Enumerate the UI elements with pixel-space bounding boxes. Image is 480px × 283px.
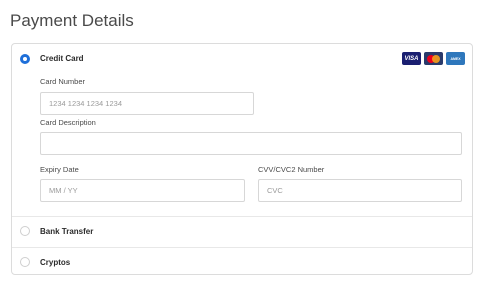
payment-methods-panel: Credit Card VISA AMEX Card Number Card D…: [11, 43, 473, 275]
mastercard-logo-icon: [424, 52, 443, 65]
bank-transfer-radio[interactable]: [20, 226, 30, 236]
card-description-label: Card Description: [40, 118, 96, 127]
visa-logo-icon: VISA: [402, 52, 421, 65]
cvc-label: CVV/CVC2 Number: [258, 165, 325, 174]
card-brand-logos: VISA AMEX: [402, 52, 465, 65]
payment-option-cryptos[interactable]: Cryptos: [12, 247, 472, 274]
expiry-date-label: Expiry Date: [40, 165, 79, 174]
payment-option-bank-transfer[interactable]: Bank Transfer: [12, 216, 472, 248]
cryptos-radio[interactable]: [20, 257, 30, 267]
payment-option-credit-card[interactable]: Credit Card VISA AMEX Card Number Card D…: [12, 44, 472, 216]
cvc-input[interactable]: [258, 179, 462, 202]
credit-card-radio[interactable]: [20, 54, 30, 64]
card-number-input[interactable]: [40, 92, 254, 115]
card-description-input[interactable]: [40, 132, 462, 155]
page-title: Payment Details: [10, 11, 134, 30]
expiry-date-input[interactable]: [40, 179, 245, 202]
credit-card-label: Credit Card: [40, 54, 84, 63]
cryptos-label: Cryptos: [40, 258, 71, 267]
card-number-label: Card Number: [40, 77, 86, 86]
bank-transfer-label: Bank Transfer: [40, 227, 94, 236]
amex-logo-icon: AMEX: [446, 52, 465, 65]
